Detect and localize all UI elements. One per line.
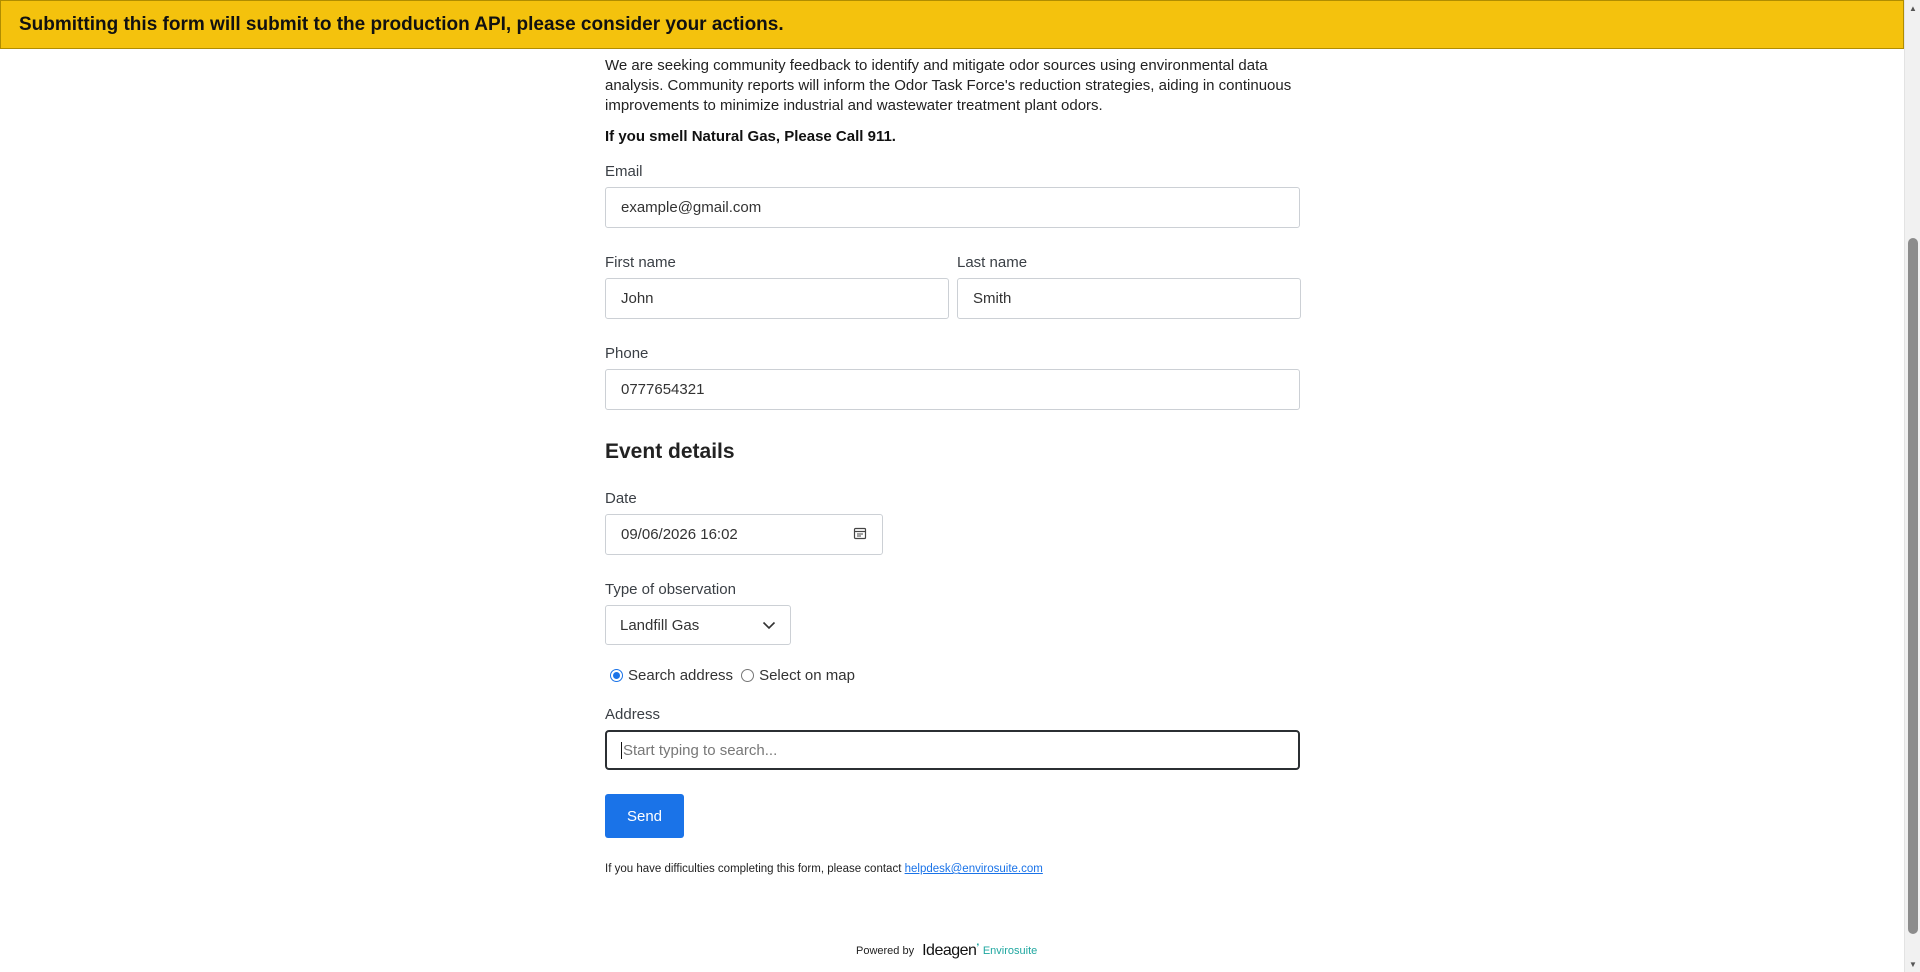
date-label: Date — [605, 490, 637, 507]
powered-by-footer: Powered by Ideagen❜ Envirosuite — [856, 942, 1037, 960]
logo-mark-icon: ❜ — [976, 942, 979, 952]
email-field[interactable] — [605, 187, 1300, 228]
address-label: Address — [605, 706, 661, 723]
email-label: Email — [605, 163, 643, 180]
name-row: First name Last name — [605, 254, 1301, 319]
select-on-map-radio[interactable] — [741, 669, 755, 682]
search-address-label[interactable]: Search address — [628, 667, 733, 684]
envirosuite-logo-text: Envirosuite — [982, 945, 1038, 957]
send-button[interactable]: Send — [605, 794, 684, 838]
calendar-icon[interactable] — [853, 526, 867, 544]
event-details-heading: Event details — [605, 440, 735, 463]
location-mode-radios: Search address Select on map — [605, 667, 1300, 684]
banner-text: Submitting this form will submit to the … — [19, 13, 784, 35]
date-group: Date 09/06/2026 16:02 — [605, 490, 1300, 555]
observation-label: Type of observation — [605, 581, 736, 598]
help-text: If you have difficulties completing this… — [605, 863, 1300, 875]
scroll-down-icon[interactable]: ▼ — [1905, 956, 1920, 972]
first-name-group: First name — [605, 254, 949, 319]
natural-gas-warning: If you smell Natural Gas, Please Call 91… — [605, 128, 896, 145]
search-address-radio[interactable] — [610, 669, 623, 682]
date-input[interactable]: 09/06/2026 16:02 — [605, 514, 883, 555]
intro-text: We are seeking community feedback to ide… — [605, 57, 1292, 114]
address-search-input[interactable]: Start typing to search... — [605, 730, 1300, 770]
last-name-field[interactable] — [957, 278, 1301, 319]
help-message: If you have difficulties completing this… — [605, 863, 905, 875]
page-scrollbar[interactable]: ▲ ▼ — [1904, 0, 1920, 972]
last-name-label: Last name — [957, 254, 1028, 271]
date-value: 09/06/2026 16:02 — [621, 526, 738, 543]
phone-field[interactable] — [605, 369, 1300, 410]
select-on-map-label[interactable]: Select on map — [759, 667, 855, 684]
helpdesk-email-link[interactable]: helpdesk@envirosuite.com — [905, 863, 1043, 875]
address-group: Address Start typing to search... — [605, 706, 1300, 770]
ideagen-logo[interactable]: Ideagen❜ — [922, 942, 979, 960]
phone-label: Phone — [605, 345, 649, 362]
email-group: Email — [605, 163, 1300, 228]
scroll-up-icon[interactable]: ▲ — [1905, 0, 1920, 16]
last-name-group: Last name — [957, 254, 1301, 319]
address-placeholder: Start typing to search... — [623, 741, 778, 759]
first-name-field[interactable] — [605, 278, 949, 319]
scrollbar-thumb[interactable] — [1908, 238, 1918, 934]
phone-group: Phone — [605, 345, 1300, 410]
observation-value: Landfill Gas — [620, 616, 700, 634]
observation-select[interactable]: Landfill Gas — [605, 605, 791, 645]
production-warning-banner: Submitting this form will submit to the … — [0, 0, 1904, 49]
powered-by-text: Powered by — [856, 945, 915, 957]
observation-group: Type of observation Landfill Gas — [605, 581, 1300, 645]
ideagen-logo-text: Ideagen — [922, 942, 977, 959]
chevron-down-icon — [762, 617, 776, 634]
first-name-label: First name — [605, 254, 676, 271]
feedback-form: We are seeking community feedback to ide… — [605, 56, 1301, 875]
text-caret — [621, 741, 622, 759]
